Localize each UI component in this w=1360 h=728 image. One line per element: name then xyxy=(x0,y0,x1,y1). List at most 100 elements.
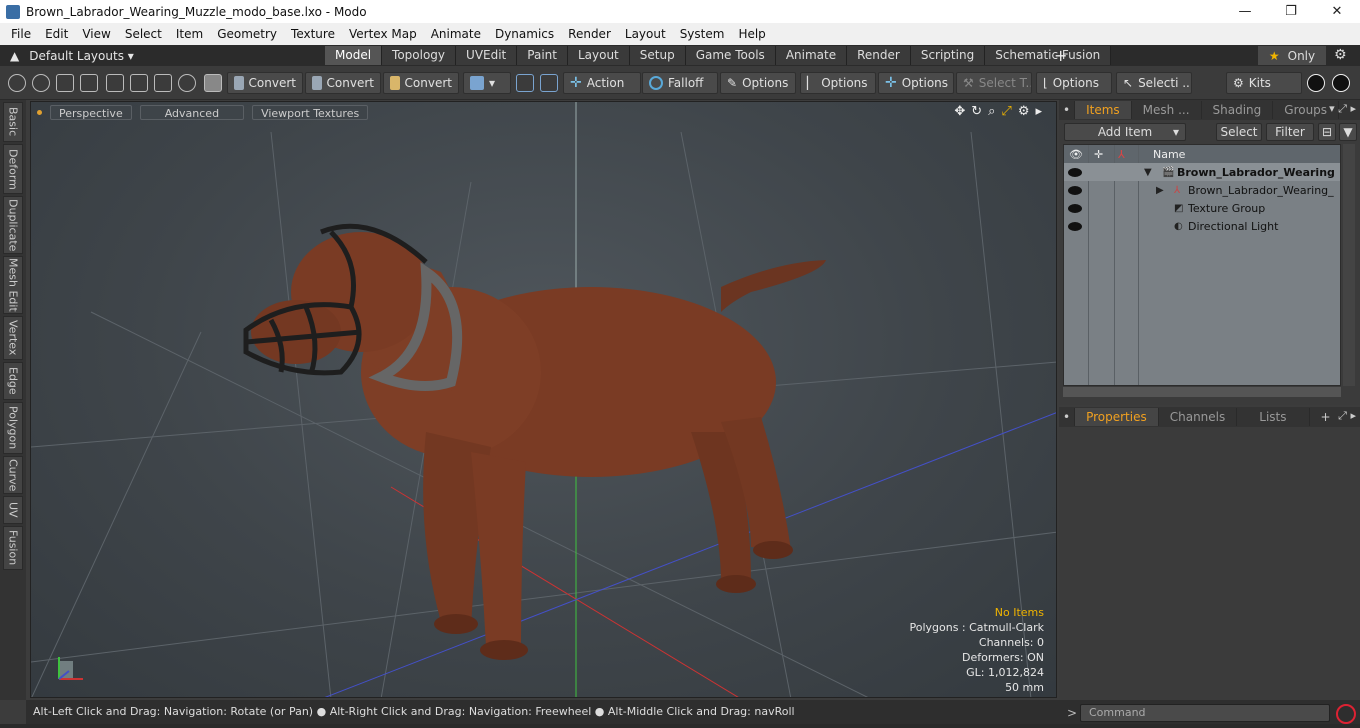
tab-items[interactable]: Items xyxy=(1075,101,1132,119)
tab-setup[interactable]: Setup xyxy=(629,46,686,65)
menu-geometry[interactable]: Geometry xyxy=(210,23,284,45)
rotate-icon[interactable]: ↻ xyxy=(971,104,982,119)
polygons-icon[interactable] xyxy=(130,74,148,92)
layouts-selector[interactable]: ▲ Default Layouts ▾ xyxy=(0,49,140,63)
options-button-4[interactable]: ⌊ Options xyxy=(1036,72,1112,94)
menu-edit[interactable]: Edit xyxy=(38,23,75,45)
vtab-mesh-edit[interactable]: Mesh Edit xyxy=(3,256,23,314)
unity-icon[interactable] xyxy=(1307,74,1325,92)
viewport-menu-dot[interactable] xyxy=(37,109,42,115)
minimize-button[interactable]: — xyxy=(1222,0,1268,23)
menu-layout[interactable]: Layout xyxy=(618,23,673,45)
menu-select[interactable]: Select xyxy=(118,23,169,45)
tab-mesh[interactable]: Mesh ... xyxy=(1132,101,1202,119)
select-through-button[interactable]: ⚒ Select T... xyxy=(956,72,1032,94)
viewport-textures-button[interactable]: Viewport Textures xyxy=(252,104,369,120)
vtab-duplicate[interactable]: Duplicate xyxy=(3,196,23,254)
selection-button[interactable]: ↖ Selecti ... xyxy=(1116,72,1192,94)
menu-vertex-map[interactable]: Vertex Map xyxy=(342,23,424,45)
add-tab-plus-icon[interactable]: + xyxy=(1054,45,1067,66)
tab-schematic-fusion[interactable]: Schematic Fusion xyxy=(985,46,1112,65)
zoom-icon[interactable]: ⌕ xyxy=(988,104,995,119)
menu-view[interactable]: View xyxy=(75,23,117,45)
menu-file[interactable]: File xyxy=(4,23,38,45)
add-item-button[interactable]: Add Item ▾ xyxy=(1064,123,1186,141)
fit-icon[interactable]: ⤢ xyxy=(1001,104,1011,119)
tab-animate[interactable]: Animate xyxy=(775,46,848,65)
menu-dynamics[interactable]: Dynamics xyxy=(488,23,561,45)
visibility-eye-icon[interactable] xyxy=(1068,221,1082,231)
brush-icon[interactable] xyxy=(80,74,98,92)
tab-render[interactable]: Render xyxy=(847,46,911,65)
vertical-scrollbar[interactable] xyxy=(1343,144,1355,386)
menu-render[interactable]: Render xyxy=(561,23,618,45)
vtab-uv[interactable]: UV xyxy=(3,496,23,524)
menu-item[interactable]: Item xyxy=(169,23,210,45)
pen-icon[interactable] xyxy=(56,74,74,92)
gear-icon[interactable]: ⚙ xyxy=(1334,45,1347,66)
options-button-3[interactable]: ✛ Options xyxy=(878,72,954,94)
tab-uvedit[interactable]: UVEdit xyxy=(456,46,518,65)
default-layouts-dropdown[interactable]: Default Layouts ▾ xyxy=(29,49,134,63)
snapping-dropdown[interactable]: ▾ xyxy=(463,72,511,94)
convert-button-2[interactable]: Convert xyxy=(305,72,381,94)
tab-shading[interactable]: Shading xyxy=(1202,101,1274,119)
menu-help[interactable]: Help xyxy=(731,23,772,45)
visibility-eye-icon[interactable] xyxy=(1068,167,1082,177)
tab-game-tools[interactable]: Game Tools xyxy=(685,46,776,65)
horizontal-scrollbar[interactable] xyxy=(1063,387,1341,397)
items-mode-icon[interactable] xyxy=(154,74,172,92)
record-macro-icon[interactable] xyxy=(1336,704,1356,724)
workplane-icon[interactable] xyxy=(540,74,558,92)
menu-system[interactable]: System xyxy=(673,23,732,45)
globe-icon[interactable] xyxy=(32,74,50,92)
visibility-eye-icon[interactable] xyxy=(1068,185,1082,195)
tab-channels[interactable]: Channels xyxy=(1159,408,1238,426)
tab-lists[interactable]: Lists xyxy=(1237,408,1310,426)
viewport-gear-icon[interactable]: ⚙ xyxy=(1018,104,1030,119)
only-toggle[interactable]: ★ Only xyxy=(1258,46,1326,65)
visibility-eye-icon[interactable] xyxy=(1068,203,1082,213)
list-item[interactable]: ◩ Texture Group xyxy=(1064,199,1340,217)
options-button-2[interactable]: ▏ Options xyxy=(800,72,876,94)
tab-properties[interactable]: Properties xyxy=(1075,408,1159,426)
falloff-button[interactable]: Falloff xyxy=(642,72,718,94)
3d-viewport[interactable]: Perspective Advanced Viewport Textures ✥… xyxy=(30,101,1057,698)
tab-scripting[interactable]: Scripting xyxy=(910,46,986,65)
advanced-shading-button[interactable]: Advanced xyxy=(139,104,245,120)
menu-texture[interactable]: Texture xyxy=(284,23,342,45)
brown-labrador-model[interactable] xyxy=(243,223,826,660)
select-vertices-icon[interactable] xyxy=(8,74,26,92)
vtab-edge[interactable]: Edge xyxy=(3,362,23,400)
edges-icon[interactable] xyxy=(106,74,124,92)
add-tab-plus-icon[interactable]: + xyxy=(1310,408,1342,426)
vtab-fusion[interactable]: Fusion xyxy=(3,526,23,570)
filter-button[interactable]: Filter xyxy=(1266,123,1314,141)
kits-button[interactable]: ⚙ Kits xyxy=(1226,72,1302,94)
close-button[interactable]: ✕ xyxy=(1314,0,1360,23)
materials-icon[interactable] xyxy=(178,74,196,92)
tab-model[interactable]: Model xyxy=(325,46,383,65)
expand-arrow-icon[interactable]: ▼ xyxy=(1144,167,1152,178)
convert-button-3[interactable]: Convert xyxy=(383,72,459,94)
select-button[interactable]: Select xyxy=(1216,123,1262,141)
collapse-icon[interactable]: ⊟ xyxy=(1318,123,1336,141)
unreal-icon[interactable] xyxy=(1332,74,1350,92)
arrow-right-icon[interactable]: ▸ xyxy=(1035,104,1042,119)
cube-icon[interactable] xyxy=(204,74,222,92)
vtab-basic[interactable]: Basic xyxy=(3,102,23,142)
name-column-header[interactable]: Name xyxy=(1153,148,1185,161)
tab-layout[interactable]: Layout xyxy=(567,46,630,65)
vtab-polygon[interactable]: Polygon xyxy=(3,402,23,454)
tab-topology[interactable]: Topology xyxy=(382,46,457,65)
options-button-1[interactable]: ✎ Options xyxy=(720,72,796,94)
list-item[interactable]: ◐ Directional Light xyxy=(1064,217,1340,235)
maximize-button[interactable]: ❐ xyxy=(1268,0,1314,23)
vtab-vertex[interactable]: Vertex xyxy=(3,316,23,360)
menu-animate[interactable]: Animate xyxy=(424,23,488,45)
vtab-curve[interactable]: Curve xyxy=(3,456,23,494)
panel-controls-icon[interactable]: ⤢ ▸ xyxy=(1338,409,1356,423)
convert-button-1[interactable]: Convert xyxy=(227,72,303,94)
symmetry-icon[interactable] xyxy=(516,74,534,92)
expand-arrow-icon[interactable]: ▶ xyxy=(1156,185,1164,196)
